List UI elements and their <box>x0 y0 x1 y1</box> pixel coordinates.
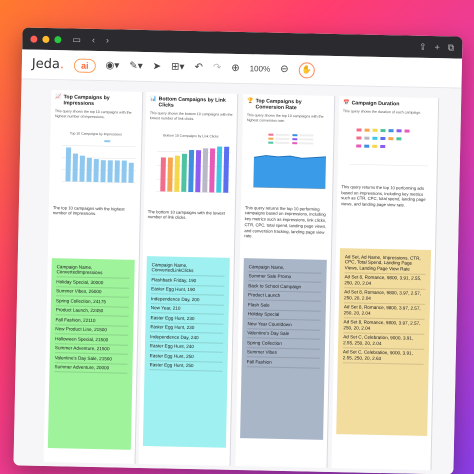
list-header: Campaign Name, ConvertedImpressions <box>56 262 130 279</box>
panel-description: This query shows the duration of each ca… <box>342 109 422 116</box>
back-icon[interactable]: ‹ <box>92 35 95 45</box>
panel-title: Campaign Duration <box>351 100 400 108</box>
link-clicks-chart-svg <box>156 146 232 193</box>
link-clicks-chart: Bottom 10 Campaigns by Link Clicks <box>148 133 232 205</box>
duration-chart-svg <box>349 128 428 167</box>
trophy-icon: 🏆 <box>247 98 254 105</box>
duration-chart <box>342 124 434 182</box>
results-list[interactable]: Campaign Name, Summer Sale Promo Back to… <box>240 258 327 440</box>
list-item: Ad Set C, Celebration, 9000, 3.91, 2.55,… <box>342 332 425 350</box>
select-cursor-icon[interactable]: ➤ <box>153 61 162 72</box>
list-item: Ad Set 8, Romance, 9800, 3.97, 2.57, 250… <box>343 302 425 320</box>
panel-campaign-duration: 📅 Campaign Duration This query shows the … <box>331 96 440 471</box>
calendar-icon: 📅 <box>343 100 350 107</box>
panel-long-description: The top 10 campaigns with the highest nu… <box>52 204 125 217</box>
list-item: Ad Set 8, Romance, 9800, 3.97, 2.57, 250… <box>343 287 426 305</box>
panel-conversion-rate: 🏆 Top Campaigns by Conversion Rate This q… <box>235 94 336 468</box>
tabs-overview-icon[interactable]: ⧉ <box>448 42 455 53</box>
redo-icon[interactable]: ↷ <box>213 62 222 73</box>
impressions-chart: Top 10 Campaigns by Impressions <box>53 131 137 203</box>
panel-title: Bottom Campaigns by Link Clicks <box>158 96 226 109</box>
app-window: ▭ ‹ › ⇪ + ⧉ Jeda. ai ◉▾ ✎▾ ➤ ⊞▾ ↶ ↷ ⊕ 10… <box>13 27 463 474</box>
minimize-window-button[interactable] <box>42 35 50 43</box>
list-item: Easter Egg Hunt, 250 <box>149 360 223 372</box>
ai-button[interactable]: ai <box>73 58 96 73</box>
results-list[interactable]: Campaign Name, ConvertedLinkClicks Flash… <box>142 256 230 448</box>
forward-icon[interactable]: › <box>106 35 109 45</box>
shape-tool-icon[interactable]: ◉▾ <box>105 60 119 71</box>
maximize-window-button[interactable] <box>54 35 62 43</box>
panel-title: Top Campaigns by Impressions <box>63 94 110 108</box>
share-icon[interactable]: ⇪ <box>419 41 427 52</box>
canvas-area[interactable]: 📈 Top Campaigns by Impressions This query… <box>13 79 462 474</box>
panel-long-description: This query returns the top 10 performing… <box>340 184 426 208</box>
pen-tool-icon[interactable]: ✎▾ <box>129 61 143 72</box>
results-list[interactable]: Ad Set, Ad Name, Impressions, CTR, CPC, … <box>336 248 432 437</box>
chart-icon: 📈 <box>55 94 62 101</box>
new-tab-icon[interactable]: + <box>434 42 440 53</box>
zoom-level[interactable]: 100% <box>250 64 271 73</box>
impressions-chart-svg <box>61 139 137 183</box>
panel-description: This query shows the top 10 campaigns wi… <box>54 109 132 120</box>
list-item: Ad Set 8, Romance, 9800, 3.91, 2.55, 250… <box>344 272 426 290</box>
app-logo: Jeda. <box>31 56 65 73</box>
panel-long-description: This query returns the top 10 performing… <box>244 204 327 239</box>
list-header: Ad Set, Ad Name, Impressions, CTR, CPC, … <box>344 252 426 275</box>
hand-tool-icon[interactable]: ✋ <box>298 61 315 79</box>
panel-top-impressions: 📈 Top Campaigns by Impressions This query… <box>43 90 144 464</box>
sidebar-toggle-icon[interactable]: ▭ <box>72 34 81 45</box>
list-header: Campaign Name, ConvertedLinkClicks <box>151 260 225 277</box>
conversion-chart <box>245 131 329 203</box>
panel-long-description: The bottom 10 campaigns with the lowest … <box>147 208 225 221</box>
grid-tool-icon[interactable]: ⊞▾ <box>171 62 185 73</box>
conversion-chart-svg <box>253 133 327 189</box>
panel-bottom-link-clicks: 📊 Bottom Campaigns by Link Clicks This qu… <box>138 92 239 466</box>
list-item: Ad Set 8, Romance, 9800, 3.97, 2.57, 250… <box>343 317 425 335</box>
list-item: Fall Fashion <box>246 357 320 369</box>
undo-icon[interactable]: ↶ <box>194 62 203 73</box>
close-window-button[interactable] <box>30 35 38 43</box>
zoom-in-icon[interactable]: ⊕ <box>231 63 240 74</box>
bar-chart-icon: 📊 <box>150 96 157 103</box>
results-list[interactable]: Campaign Name, ConvertedImpressions Holi… <box>47 258 135 450</box>
panel-description: This query shows the bottom 10 campaigns… <box>149 111 233 122</box>
zoom-out-icon[interactable]: ⊖ <box>280 64 289 75</box>
list-item: Summer Adventure, 20000 <box>54 362 128 374</box>
list-item: Ad Set C, Celebration, 9000, 3.91, 2.55,… <box>342 347 424 365</box>
panel-title: Top Campaigns by Conversion Rate <box>255 98 302 112</box>
panel-description: This query shows the top 10 campaigns wi… <box>246 113 324 124</box>
